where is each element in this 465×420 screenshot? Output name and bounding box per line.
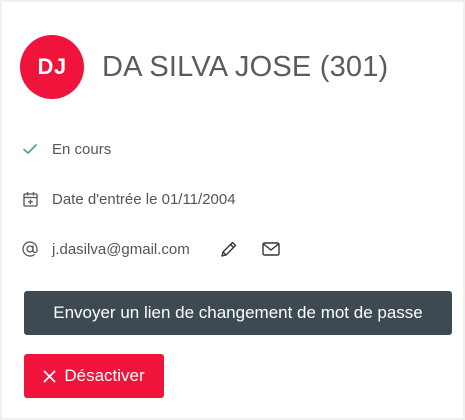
email-row: j.dasilva@gmail.com: [20, 238, 302, 260]
envelope-icon[interactable]: [260, 238, 282, 260]
deactivate-label: Désactiver: [64, 366, 145, 385]
pencil-icon[interactable]: [218, 238, 240, 260]
avatar: DJ: [20, 35, 84, 99]
entry-date-row: Date d'entrée le 01/11/2004: [20, 189, 236, 209]
email-actions: [218, 238, 302, 260]
at-icon: [20, 239, 40, 259]
user-name: DA SILVA JOSE (301): [102, 50, 389, 83]
send-password-reset-button[interactable]: Envoyer un lien de changement de mot de …: [24, 291, 452, 335]
status-row: En cours: [20, 139, 111, 159]
email-address: j.dasilva@gmail.com: [52, 240, 190, 258]
status-text: En cours: [52, 140, 112, 158]
user-header: DJ DA SILVA JOSE (301): [20, 35, 388, 99]
user-card: DJ DA SILVA JOSE (301) En cours Date d'e…: [2, 2, 463, 418]
check-icon: [20, 139, 40, 159]
entry-date-text: Date d'entrée le 01/11/2004: [52, 190, 236, 208]
deactivate-button[interactable]: Désactiver: [24, 354, 164, 398]
calendar-plus-icon: [20, 189, 40, 209]
close-icon: [43, 370, 56, 383]
send-password-reset-label: Envoyer un lien de changement de mot de …: [53, 303, 423, 322]
